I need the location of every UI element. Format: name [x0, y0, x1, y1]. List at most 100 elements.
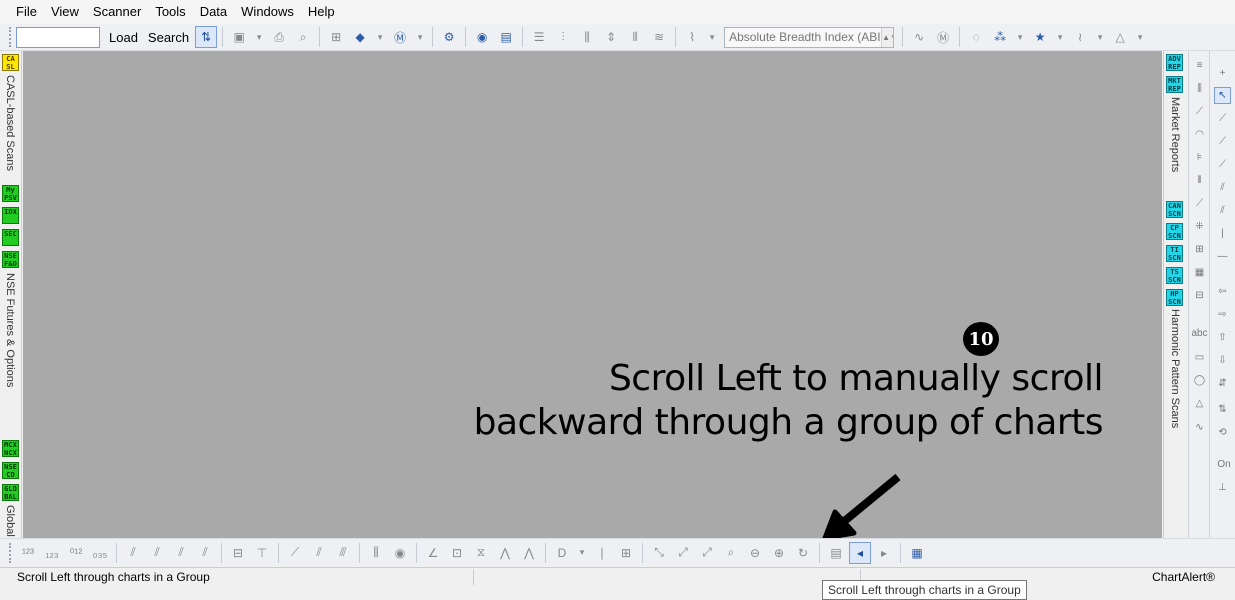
grid-icon[interactable]: ⊞: [615, 542, 637, 564]
parallel-line-icon[interactable]: ⫽: [1214, 179, 1231, 196]
wave-icon[interactable]: ≀: [1069, 26, 1091, 48]
ellipse-tool-icon[interactable]: ◯: [1191, 372, 1208, 389]
annotate-icon[interactable]: ⟲: [1214, 424, 1231, 441]
volume-icon[interactable]: ⫴: [624, 26, 646, 48]
ts-scn-badge[interactable]: TS SCN: [1166, 267, 1183, 284]
harmonic-dropdown-icon[interactable]: ▾: [1133, 26, 1147, 48]
wave-dropdown-icon[interactable]: ▾: [1093, 26, 1107, 48]
gann-tool-icon[interactable]: ⫼: [1191, 80, 1208, 97]
ruler-icon[interactable]: ⊥: [1214, 479, 1231, 496]
zoom-out-icon[interactable]: ⊖: [744, 542, 766, 564]
print-preview-icon[interactable]: ⌕: [292, 26, 314, 48]
pattern-tool-icon[interactable]: ⁜: [1191, 218, 1208, 235]
menu-data[interactable]: Data: [193, 0, 234, 24]
save-dropdown-icon[interactable]: ▾: [252, 26, 266, 48]
cycle-tool-icon[interactable]: ⫴: [1191, 172, 1208, 189]
extended-line-icon[interactable]: ⟋: [1214, 156, 1231, 173]
abcd-icon[interactable]: ⋀: [494, 542, 516, 564]
link-icon[interactable]: ⚙: [438, 26, 460, 48]
harmonic-icon[interactable]: △: [1109, 26, 1131, 48]
report-icon[interactable]: ▦: [906, 542, 928, 564]
ti-scn-badge[interactable]: TI SCN: [1166, 245, 1183, 262]
speed-tool-icon[interactable]: ⟋: [1191, 195, 1208, 212]
ma-dropdown-icon[interactable]: ▾: [413, 26, 427, 48]
line-tool-icon[interactable]: ≡: [1191, 57, 1208, 74]
tab-nse-futures-options[interactable]: NSE Futures & Options: [4, 273, 16, 387]
fan3-icon[interactable]: ⫻: [332, 542, 354, 564]
auto-fibo-icon[interactable]: ∿: [908, 26, 930, 48]
text-tool-icon[interactable]: abc: [1191, 325, 1208, 342]
scroll-left-button[interactable]: ◂: [849, 541, 871, 564]
cow-tam-icon[interactable]: ◌: [965, 26, 987, 48]
d-icon[interactable]: D: [551, 542, 573, 564]
fib-tool-icon[interactable]: ⊧: [1191, 149, 1208, 166]
cp-scn-badge[interactable]: CP SCN: [1166, 223, 1183, 240]
abc-icon[interactable]: ⋀: [518, 542, 540, 564]
indicator-select[interactable]: Absolute Breadth Index (ABI ▲▼: [724, 26, 895, 48]
ma-lines-icon[interactable]: ≋: [648, 26, 670, 48]
symbol-search-input[interactable]: [16, 26, 100, 48]
star-icon[interactable]: ★: [1029, 26, 1051, 48]
ma-icon[interactable]: Ⓜ: [389, 26, 411, 48]
zoom-icon[interactable]: ⌕: [720, 542, 742, 564]
arrow-up-icon[interactable]: ⇧: [1214, 329, 1231, 346]
fan-tool-icon[interactable]: ⟋: [1191, 103, 1208, 120]
vertical-line-icon[interactable]: |: [1214, 225, 1231, 242]
chevron-down-icon[interactable]: ▲▼: [881, 27, 894, 47]
wave3-icon[interactable]: ⫽: [170, 542, 192, 564]
pointer-icon[interactable]: ↖: [1214, 87, 1231, 104]
refresh-icon[interactable]: ↻: [792, 542, 814, 564]
box-tool-icon[interactable]: ▦: [1191, 264, 1208, 281]
tab-harmonic-pattern-scans[interactable]: Harmonic Pattern Scans: [1169, 309, 1181, 428]
d-dropdown-icon[interactable]: ▾: [575, 542, 589, 564]
search-button[interactable]: Search: [143, 27, 194, 48]
star-dropdown-icon[interactable]: ▾: [1053, 26, 1067, 48]
fit-icon[interactable]: ⤡: [648, 542, 670, 564]
ray-icon[interactable]: ⟋: [1214, 133, 1231, 150]
toolbar-grip[interactable]: [9, 27, 13, 47]
overlay-icon[interactable]: ⌇: [681, 26, 703, 48]
window-icon[interactable]: ▤: [495, 26, 517, 48]
toolbar-grip[interactable]: [9, 542, 13, 563]
hp-scn-badge[interactable]: HP SCN: [1166, 289, 1183, 306]
cycles-icon[interactable]: ⫼: [365, 542, 387, 564]
num-123c-icon[interactable]: ⁰¹²: [65, 542, 87, 564]
layout-icon[interactable]: ◉: [471, 26, 493, 48]
gp-icon[interactable]: ◉: [389, 542, 411, 564]
grid-tool-icon[interactable]: ⊞: [1191, 241, 1208, 258]
scroll-right-button[interactable]: ▸: [873, 542, 895, 564]
save-icon[interactable]: ▣: [228, 26, 250, 48]
expand-icon[interactable]: ⤢: [672, 542, 694, 564]
fan1-icon[interactable]: ⟋: [284, 542, 306, 564]
measure-tool-icon[interactable]: ⊟: [1191, 287, 1208, 304]
tab-casl-scans[interactable]: CASL-based Scans: [4, 75, 16, 171]
menu-tools[interactable]: Tools: [148, 0, 192, 24]
wave2-icon[interactable]: ⫽: [146, 542, 168, 564]
signal-dropdown-icon[interactable]: ▾: [1013, 26, 1027, 48]
rectangle-tool-icon[interactable]: ▭: [1191, 349, 1208, 366]
pivot-icon[interactable]: Ⓜ: [932, 26, 954, 48]
group-info-icon[interactable]: ▤: [825, 542, 847, 564]
menu-help[interactable]: Help: [301, 0, 342, 24]
sec-badge[interactable]: SEC: [2, 229, 19, 246]
chart-canvas[interactable]: [23, 51, 1162, 538]
wave4-icon[interactable]: ⫽: [194, 542, 216, 564]
chart-style-icon[interactable]: ⇅: [195, 26, 218, 48]
signal-tool-icon[interactable]: ⇅: [1214, 401, 1231, 418]
expand2-icon[interactable]: ⤢: [696, 542, 718, 564]
mypsv-badge[interactable]: My PSV: [2, 185, 19, 202]
mkt-rep-badge[interactable]: MKT REP: [1166, 76, 1183, 93]
signal-icon[interactable]: ⁂: [989, 26, 1011, 48]
can-scn-badge[interactable]: CAN SCN: [1166, 201, 1183, 218]
mcx-ncx-badge[interactable]: MCX NCX: [2, 440, 19, 457]
triangle-tool-icon[interactable]: △: [1191, 395, 1208, 412]
channel-icon[interactable]: ⫽: [1214, 202, 1231, 219]
arrow-down-icon[interactable]: ⇩: [1214, 352, 1231, 369]
tab-market-reports[interactable]: Market Reports: [1169, 97, 1181, 172]
horizontal-line-icon[interactable]: —: [1214, 248, 1231, 265]
idx-badge[interactable]: IDX: [2, 207, 19, 224]
zoom-in-icon[interactable]: ⊕: [768, 542, 790, 564]
load-button[interactable]: Load: [104, 27, 143, 48]
indicator-dropdown-icon[interactable]: ▾: [373, 26, 387, 48]
fan2-icon[interactable]: ⫽: [308, 542, 330, 564]
